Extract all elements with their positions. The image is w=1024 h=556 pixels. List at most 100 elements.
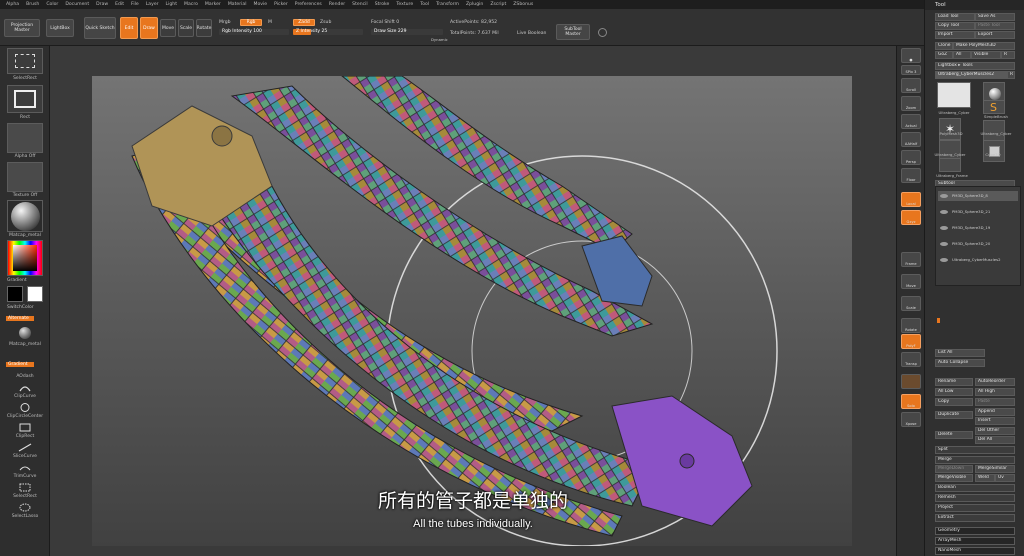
merge-similar-button[interactable]: MergeSimilar <box>975 465 1015 473</box>
selectrect-icon[interactable] <box>18 482 32 493</box>
menu-item-document[interactable]: Document <box>65 2 89 7</box>
selectlasso-icon[interactable] <box>18 502 32 513</box>
menu-item-brush[interactable]: Brush <box>26 2 39 7</box>
gradient-toggle[interactable]: Gradient <box>6 362 34 367</box>
menu-item-color[interactable]: Color <box>46 2 58 7</box>
material-small-icon[interactable] <box>19 327 31 339</box>
spix-slider[interactable]: SPix 3 <box>901 65 921 75</box>
menu-item-zsbonus[interactable]: ZSbonus <box>513 2 533 7</box>
all-button[interactable]: All <box>953 51 971 59</box>
secondary-color-swatch[interactable] <box>27 286 43 302</box>
menu-item-light[interactable]: Light <box>166 2 177 7</box>
weld-button[interactable]: Weld <box>975 474 995 482</box>
project-section[interactable]: Project <box>935 504 1015 512</box>
color-square[interactable] <box>13 245 37 271</box>
subtool-row[interactable]: PM3D_Sphere3D_19 <box>938 223 1018 233</box>
merge-down-button[interactable]: MergeDown <box>935 465 973 473</box>
edit-button[interactable]: Edit <box>120 17 138 39</box>
menu-item-marker[interactable]: Marker <box>205 2 221 7</box>
nanomesh-section[interactable]: NanoMesh <box>935 547 1015 555</box>
floor-button[interactable]: Floor <box>901 168 921 183</box>
alternate-toggle[interactable]: Alternate <box>6 316 34 321</box>
projection-master-button[interactable]: Projection Master <box>4 19 40 37</box>
subtool-master-button[interactable]: SubTool Master <box>556 24 590 40</box>
import-button[interactable]: Import <box>935 31 975 39</box>
xyz-button[interactable]: Gxyz <box>901 210 921 225</box>
draw-button[interactable]: Draw <box>140 17 158 39</box>
aahalf-button[interactable]: AAHalf <box>901 132 921 147</box>
copy-button[interactable]: Copy <box>935 398 973 406</box>
canvas-area[interactable]: 所有的管子都是单独的 All the tubes individually. <box>50 46 896 556</box>
move-button[interactable]: Move <box>160 19 176 37</box>
visible-button[interactable]: Visible <box>971 51 1001 59</box>
ghost-button[interactable] <box>901 374 921 389</box>
append-button[interactable]: Append <box>975 408 1015 416</box>
cliprect-icon[interactable] <box>18 422 32 433</box>
menu-item-stencil[interactable]: Stencil <box>352 2 368 7</box>
menu-item-transform[interactable]: Transform <box>436 2 459 7</box>
r-tool-button[interactable]: R <box>1007 71 1015 79</box>
menu-item-layer[interactable]: Layer <box>146 2 159 7</box>
rename-button[interactable]: Rename <box>935 378 973 386</box>
insert-button[interactable]: Insert <box>975 417 1015 425</box>
color-picker[interactable] <box>7 240 43 276</box>
delete-button[interactable]: Delete <box>935 431 973 439</box>
geometry-section[interactable]: Geometry <box>935 527 1015 535</box>
subtool-scroll-indicator[interactable] <box>937 318 940 323</box>
slicecurve-icon[interactable] <box>18 442 32 453</box>
copy-tool-button[interactable]: Copy Tool <box>935 22 975 30</box>
duplicate-button[interactable]: Duplicate <box>935 411 973 419</box>
current-tool-name[interactable]: Ultraberg_CyberMuscles2 <box>935 71 1007 79</box>
document-viewport[interactable] <box>92 76 852 546</box>
subtool-row[interactable]: PM3D_Sphere3D_8 <box>938 191 1018 201</box>
menu-item-picker[interactable]: Picker <box>274 2 288 7</box>
tool-slot-7[interactable] <box>983 140 1005 162</box>
export-button[interactable]: Export <box>975 31 1015 39</box>
extract-section[interactable]: Extract <box>935 514 1015 522</box>
bpr-button[interactable]: ● <box>901 48 921 63</box>
subtool-row[interactable]: PM3D_Sphere3D_21 <box>938 207 1018 217</box>
menu-item-zplugin[interactable]: Zplugin <box>466 2 483 7</box>
save-as-button[interactable]: Save As <box>975 13 1015 21</box>
menu-item-alpha[interactable]: Alpha <box>6 2 19 7</box>
boolean-section[interactable]: Boolean <box>935 484 1015 492</box>
merge-section[interactable]: Merge <box>935 456 1015 464</box>
texture-slot[interactable] <box>7 162 43 192</box>
menu-item-draw[interactable]: Draw <box>96 2 108 7</box>
paste-tool-button[interactable]: Paste Tool <box>975 22 1015 30</box>
scale-button[interactable]: Scale <box>178 19 194 37</box>
clipcirclecenter-icon[interactable] <box>18 402 32 413</box>
split-section[interactable]: Split <box>935 446 1015 454</box>
del-other-button[interactable]: Del Other <box>975 427 1015 435</box>
draw-size-slider[interactable]: Draw Size 229 <box>371 29 443 35</box>
list-all-button[interactable]: List All <box>935 349 985 357</box>
subtool-row[interactable]: PM3D_Sphere3D_20 <box>938 239 1018 249</box>
zadd-toggle[interactable]: Zadd <box>293 19 315 26</box>
mrgb-toggle[interactable]: Mrgb <box>219 20 231 25</box>
dynamic-toggle[interactable]: Dynamic <box>431 37 448 42</box>
menu-item-macro[interactable]: Macro <box>184 2 198 7</box>
quick-sketch-button[interactable]: Quick Sketch <box>84 17 116 39</box>
frame-button[interactable]: Frame <box>901 252 921 267</box>
tool-slot-4[interactable]: S <box>983 100 1005 114</box>
live-boolean-toggle[interactable]: Live Boolean <box>517 31 546 36</box>
menu-item-render[interactable]: Render <box>329 2 345 7</box>
subtool-list[interactable]: PM3D_Sphere3D_8 PM3D_Sphere3D_21 PM3D_Sp… <box>935 186 1021 286</box>
transp-button[interactable]: Transp <box>901 352 921 367</box>
trimcurve-icon[interactable] <box>18 462 32 473</box>
alpha-slot[interactable] <box>7 123 43 153</box>
paste-button[interactable]: Paste <box>975 398 1015 406</box>
focal-shift-label[interactable]: Focal Shift 0 <box>371 20 399 25</box>
tool-palette-title[interactable]: Tool <box>925 0 1024 10</box>
make-polymesh-button[interactable]: Make PolyMesh3D <box>953 42 1015 50</box>
r-button[interactable]: R <box>1001 51 1015 59</box>
menu-item-preferences[interactable]: Preferences <box>295 2 322 7</box>
uv-button[interactable]: Uv <box>995 474 1015 482</box>
tool-slot-1[interactable] <box>937 82 971 108</box>
clone-button[interactable]: Clone <box>935 42 953 50</box>
lightbox-button[interactable]: LightBox <box>46 19 74 37</box>
menu-item-tool[interactable]: Tool <box>420 2 429 7</box>
xpose-button[interactable]: Xpose <box>901 412 921 427</box>
rotate-button[interactable]: Rotate <box>196 19 212 37</box>
local-button[interactable]: Local <box>901 192 921 207</box>
